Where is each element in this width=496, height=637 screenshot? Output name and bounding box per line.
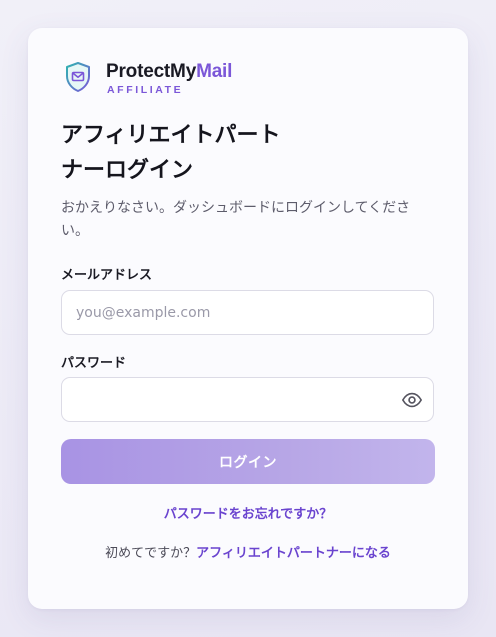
password-label: パスワード bbox=[61, 356, 127, 371]
signup-prompt-text: 初めてですか？ bbox=[105, 546, 197, 561]
brand-name-accent: Mail bbox=[196, 61, 233, 82]
brand-logo: ProtectMyMail AFFILIATE bbox=[64, 60, 364, 96]
email-field[interactable] bbox=[62, 291, 433, 334]
login-button[interactable]: ログイン bbox=[61, 439, 435, 484]
password-field-container bbox=[61, 377, 434, 422]
brand-name: ProtectMyMail bbox=[106, 61, 232, 83]
become-affiliate-link[interactable]: アフィリエイトパートナーになる bbox=[196, 546, 391, 561]
forgot-password-link[interactable]: パスワードをお忘れですか？ bbox=[28, 503, 468, 522]
email-field-container bbox=[61, 290, 434, 335]
signup-prompt: 初めてですか？アフィリエイトパートナーになる bbox=[28, 542, 468, 561]
eye-icon[interactable] bbox=[401, 389, 423, 411]
page-subtitle: おかえりなさい。ダッシュボードにログインしてください。 bbox=[61, 200, 411, 239]
password-field[interactable] bbox=[62, 378, 433, 421]
email-label: メールアドレス bbox=[61, 268, 153, 283]
login-card: ProtectMyMail AFFILIATE アフィリエイトパートナーログイン… bbox=[28, 28, 468, 609]
brand-name-primary: ProtectMy bbox=[106, 61, 197, 82]
page-title: アフィリエイトパートナーログイン bbox=[61, 123, 281, 183]
shield-mail-icon bbox=[66, 62, 90, 92]
brand-subtitle: AFFILIATE bbox=[107, 84, 184, 96]
